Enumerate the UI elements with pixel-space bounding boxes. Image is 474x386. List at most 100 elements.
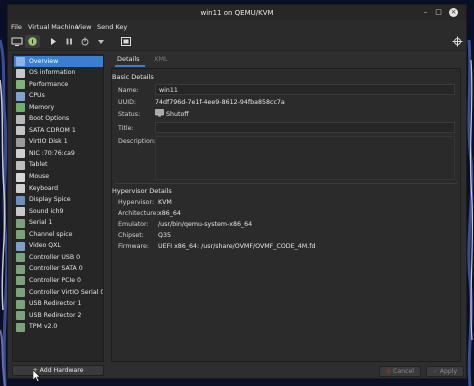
sidebar-item[interactable]: Controller VirtIO Serial 0 <box>14 287 104 298</box>
menu-view[interactable]: View <box>76 23 91 31</box>
cpu-icon <box>16 91 25 101</box>
description-label: Description: <box>118 138 156 145</box>
sidebar-item[interactable]: Channel spice <box>14 229 103 240</box>
disk-icon <box>16 137 25 147</box>
sidebar-item[interactable]: Controller SATA 0 <box>14 264 103 275</box>
video-icon <box>16 241 25 251</box>
sidebar-item-label: Performance <box>29 80 69 88</box>
name-input[interactable]: win11 <box>155 84 455 95</box>
close-icon[interactable]: × <box>449 8 458 17</box>
sidebar-item-label: Display Spice <box>29 196 71 204</box>
sidebar-item[interactable]: Controller PCIe 0 <box>14 275 103 286</box>
sidebar-item-label: Serial 1 <box>29 219 53 227</box>
sidebar-item[interactable]: Controller USB 0 <box>14 252 103 263</box>
menu-bar: File Virtual Machine View Send Key <box>8 20 466 33</box>
sidebar-item-label: Controller SATA 0 <box>29 265 83 273</box>
sidebar-item[interactable]: Display Spice <box>14 195 103 206</box>
apply-button[interactable]: ✓ Apply <box>426 366 464 377</box>
architecture-value: x86_64 <box>158 210 181 217</box>
sidebar-item-label: Channel spice <box>29 230 73 238</box>
chevron-down-icon[interactable] <box>96 35 106 48</box>
sidebar-item-label: Keyboard <box>29 184 59 192</box>
crosshair-icon[interactable] <box>452 35 463 48</box>
sidebar-item[interactable]: Serial 1 <box>14 218 103 229</box>
sound-icon <box>16 207 25 217</box>
sidebar-item[interactable]: Overview <box>14 56 103 67</box>
uuid-label: UUID: <box>118 99 137 106</box>
sidebar-item[interactable]: Video QXL <box>14 241 103 252</box>
cancel-icon: ⊘ <box>386 368 392 375</box>
section-divider <box>115 183 457 184</box>
sidebar-item-label: NIC :70:76:ca9 <box>29 149 75 157</box>
sidebar-item[interactable]: Mouse <box>14 172 103 183</box>
tab-details[interactable]: Details <box>117 55 140 63</box>
run-icon[interactable] <box>48 35 58 48</box>
firmware-label: Firmware: <box>118 243 149 250</box>
cancel-button[interactable]: ⊘ Cancel <box>379 366 421 377</box>
hardware-list: Overview OS information Performance CPUs Mem… <box>12 54 104 362</box>
name-label: Name: <box>118 87 139 94</box>
active-tab-indicator <box>115 65 145 67</box>
tab-xml[interactable]: XML <box>154 55 168 63</box>
info-icon[interactable] <box>25 35 40 48</box>
status-icon <box>155 109 164 117</box>
sidebar-item-label: VirtIO Disk 1 <box>29 138 68 146</box>
mouse-cursor-icon <box>33 370 41 382</box>
sidebar-item[interactable]: Memory <box>14 102 103 113</box>
sidebar-item-label: SATA CDROM 1 <box>29 126 76 134</box>
maximize-icon[interactable]: □ <box>434 8 443 17</box>
menu-send-key[interactable]: Send Key <box>97 23 127 31</box>
title-input[interactable] <box>155 122 455 133</box>
sidebar-item[interactable]: VirtIO Disk 1 <box>14 137 103 148</box>
sidebar-item[interactable]: SATA CDROM 1 <box>14 125 103 136</box>
sidebar-item[interactable]: OS information <box>14 68 103 79</box>
sidebar-item[interactable]: NIC :70:76:ca9 <box>14 148 103 159</box>
sidebar-item-label: Controller PCIe 0 <box>29 276 81 284</box>
checkmark-icon: ✓ <box>432 368 438 375</box>
sidebar-item[interactable]: USB Redirector 1 <box>14 299 103 310</box>
emulator-value: /usr/bin/qemu-system-x86_64 <box>158 221 253 228</box>
console-icon[interactable] <box>11 35 23 48</box>
display-icon <box>16 195 25 205</box>
sidebar-item[interactable]: Performance <box>14 79 103 90</box>
sidebar-item[interactable]: USB Redirector 2 <box>14 310 103 321</box>
add-hardware-button[interactable]: + Add Hardware <box>12 365 104 376</box>
pause-icon[interactable] <box>64 35 74 48</box>
sidebar-item-label: Sound ich9 <box>29 207 64 215</box>
minimize-icon[interactable]: – <box>421 8 430 17</box>
status-label: Status: <box>118 111 141 118</box>
add-hardware-label: Add Hardware <box>39 367 84 374</box>
sidebar-item-label: Video QXL <box>29 242 61 250</box>
nic-icon <box>16 149 25 159</box>
sidebar-item[interactable]: TPM v2.0 <box>14 322 103 333</box>
controller-icon <box>16 264 25 274</box>
sidebar-item[interactable]: Boot Options <box>14 114 103 125</box>
apply-label: Apply <box>439 368 458 375</box>
menu-file[interactable]: File <box>11 23 22 31</box>
usb-icon <box>16 299 25 309</box>
cancel-label: Cancel <box>393 368 414 375</box>
sidebar-item-label: OS information <box>29 69 76 77</box>
chipset-value: Q35 <box>158 232 171 239</box>
sidebar-item[interactable]: Keyboard <box>14 183 103 194</box>
architecture-label: Architecture: <box>118 210 159 217</box>
sidebar-item-label: USB Redirector 1 <box>29 300 82 308</box>
hypervisor-value: KVM <box>158 199 172 206</box>
description-textarea[interactable] <box>155 136 455 180</box>
tablet-icon <box>16 160 25 170</box>
sidebar-item-label: Overview <box>29 57 59 65</box>
memory-icon <box>16 103 25 113</box>
sidebar-item-label: Controller VirtIO Serial 0 <box>29 288 104 296</box>
sidebar-item[interactable]: CPUs <box>14 91 103 102</box>
name-value: win11 <box>159 86 178 94</box>
uuid-value: 74df796d-7e1f-4ee9-8612-94fba858cc7a <box>155 99 285 106</box>
screenshot-icon[interactable] <box>120 35 132 48</box>
shutdown-icon[interactable] <box>80 35 90 48</box>
sidebar-item-label: Tablet <box>29 161 48 169</box>
mouse-icon <box>16 172 25 182</box>
sidebar-item[interactable]: Tablet <box>14 160 103 171</box>
sidebar-item-label: TPM v2.0 <box>29 323 58 331</box>
sidebar-item[interactable]: Sound ich9 <box>14 206 103 217</box>
basic-details-heading: Basic Details <box>112 73 154 81</box>
menu-virtual-machine[interactable]: Virtual Machine <box>28 23 79 31</box>
